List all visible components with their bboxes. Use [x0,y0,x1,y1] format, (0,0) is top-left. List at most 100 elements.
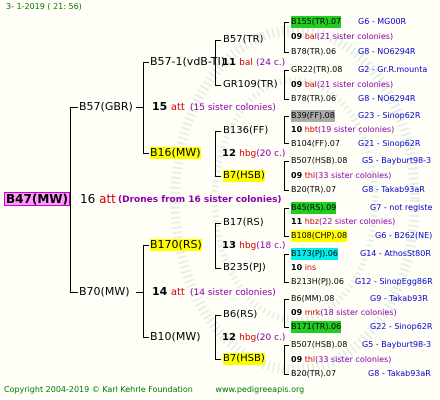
gen2-gen-num: 11 [222,57,236,68]
connector-line [215,315,221,316]
connector-line [284,208,289,209]
gen4-origin: G12 - SinopEgg86R [355,277,433,286]
gen4-origin: G8 - Takab93aR [368,369,431,378]
gen4-queen-top[interactable]: B39(FF).08 [291,110,335,122]
gen1-sisters-note: (14 sister colonies) [190,288,276,298]
gen4-queen-bottom[interactable]: B108(CHP).08 [291,230,348,242]
connector-line [215,223,221,224]
connector-line [143,153,149,154]
gen1-gen-word: att [170,287,185,298]
root-gen-num: 16 [80,192,96,206]
gen4-generation: 09 bal(21 sister colonies) [291,79,393,91]
gen4-origin: G8 - Takab93aR [362,185,425,194]
connector-line [284,22,285,53]
gen4-queen-top[interactable]: GR22(TR).08 [291,64,342,76]
gen4-queen-bottom[interactable]: B78(TR).06 [291,93,336,105]
gen4-queen-top[interactable]: B6(MM).08 [291,293,334,305]
gen2-queen[interactable]: B57-1(vdB-TI) [150,56,225,68]
connector-line [284,70,285,100]
root-drones-note: (Drones from 16 sister colonies) [118,195,282,205]
gen4-gen-num: 09 [291,32,303,41]
gen4-queen-bottom[interactable]: B213H(PJ).06 [291,276,344,288]
gen3-queen[interactable]: B235(PJ) [223,262,266,274]
connector-line [284,161,285,191]
connector-line [70,107,78,108]
gen2-queen[interactable]: B16(MW) [150,147,201,159]
connector-line [284,236,289,237]
root-gen-word: att [99,192,116,206]
gen3-queen[interactable]: B136(FF) [223,125,268,137]
gen4-origin: G5 - Bayburt98-3 [362,156,432,165]
gen4-queen-top[interactable]: B507(HSB).08 [291,339,347,351]
gen4-queen-bottom[interactable]: B78(TR).06 [291,46,336,58]
connector-line [284,143,289,144]
gen3-queen[interactable]: B7(HSB) [223,170,265,182]
gen4-origin: G7 - not registe [370,203,433,212]
gen4-generation: 09 mrk(18 sister colonies) [291,307,397,319]
gen4-gen-word: thl [304,171,316,180]
root-queen[interactable]: B47(MW) [4,192,70,206]
gen4-gen-num: 10 [291,125,303,134]
gen4-queen-top[interactable]: B173(PJ).06 [291,248,338,260]
connector-line [215,131,221,132]
gen4-queen-top[interactable]: B155(TR).07 [291,16,342,28]
connector-line [284,254,285,283]
connector-line [284,327,289,328]
connector-line [215,315,216,360]
gen4-gen-num: 10 [291,263,303,272]
gen3-queen[interactable]: GR109(TR) [223,79,278,91]
gen4-queen-bottom[interactable]: B20(TR).07 [291,184,336,196]
connector-line [284,116,289,117]
gen4-origin: G5 - Bayburt98-3 [362,340,432,349]
gen2-sisters-note: (20 c.) [256,149,286,159]
connector-line [136,292,144,293]
gen4-sisters-note: (21 sister colonies) [316,80,394,89]
gen4-queen-bottom[interactable]: B20(TR).07 [291,368,336,380]
gen2-gen-word: hbg [239,333,257,343]
gen3-queen[interactable]: B17(RS) [223,217,264,229]
connector-line [284,254,289,255]
gen2-sisters-note: (18 c.) [256,241,286,251]
gen4-gen-num: 09 [291,355,303,364]
gen4-generation: 10 hbt(19 sister colonies) [291,124,394,136]
connector-line [284,70,289,71]
connector-line [70,292,78,293]
connector-line [143,62,149,63]
gen2-generation: 13 hbg(18 c.) [222,240,285,252]
website-link[interactable]: www.pedigreeapis.org [215,385,304,394]
gen1-queen[interactable]: B70(MW) [79,286,130,298]
connector-line [284,282,289,283]
gen2-generation: 12 hbg(20 c.) [222,148,285,160]
gen4-gen-word: bal [304,32,317,41]
gen2-queen[interactable]: B170(RS) [150,239,202,251]
connector-line [284,374,289,375]
connector-line [136,107,144,108]
root-generation: 16 att [80,193,116,205]
gen2-queen[interactable]: B10(MW) [150,331,201,343]
gen2-generation: 11 bal (24 c.) [222,57,285,69]
gen3-queen[interactable]: B7(HSB) [223,353,265,365]
gen4-queen-bottom[interactable]: B104(FF).07 [291,138,340,150]
connector-line [284,208,285,237]
gen1-queen[interactable]: B57(GBR) [79,101,133,113]
gen4-generation: 11 hbz(22 sister colonies) [291,216,395,228]
connector-line [284,161,289,162]
connector-line [284,299,289,300]
gen4-generation: 10 ins [291,262,316,274]
gen4-queen-top[interactable]: B45(RS).09 [291,202,337,214]
gen3-queen[interactable]: B6(RS) [223,309,257,321]
gen4-gen-word: hbt [304,125,318,134]
gen3-queen[interactable]: B57(TR) [223,34,263,46]
gen4-queen-top[interactable]: B507(HSB).08 [291,155,347,167]
connector-line [215,268,221,269]
gen4-queen-bottom[interactable]: B171(TR).06 [291,321,342,333]
gen4-sisters-note: (18 sister colonies) [320,308,397,317]
gen1-generation: 15 att [152,101,185,114]
connector-line [143,245,149,246]
gen4-sisters-note: (21 sister colonies) [316,32,394,41]
gen4-origin: G2 - Gr.R.mounta [358,65,428,74]
gen2-gen-num: 13 [222,240,236,251]
connector-line [215,359,221,360]
gen4-gen-num: 11 [291,217,303,226]
copyright-text: Copyright 2004-2019 © Karl Kehrle Founda… [4,385,193,394]
